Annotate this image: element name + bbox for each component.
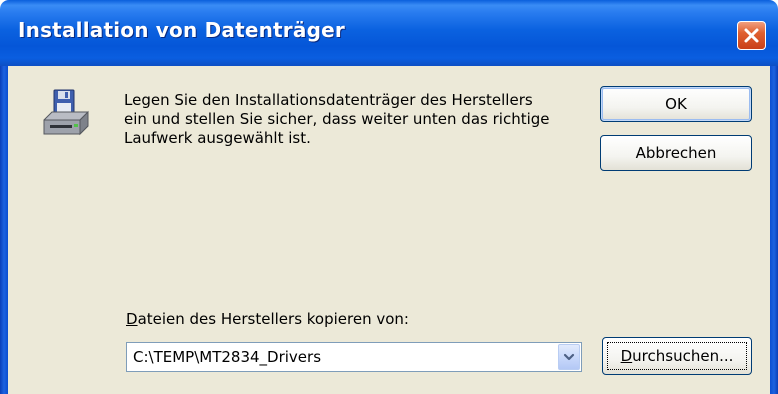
source-label-mnemonic: D: [126, 310, 138, 328]
window-title: Installation von Datenträger: [18, 18, 345, 42]
source-path-combobox[interactable]: C:\TEMP\MT2834_Drivers: [126, 342, 582, 372]
close-button[interactable]: [737, 21, 766, 50]
cancel-button[interactable]: Abbrechen: [600, 135, 752, 171]
focus-rectangle: [607, 342, 747, 370]
ok-button[interactable]: OK: [600, 86, 752, 122]
source-label-text: ateien des Herstellers kopieren von:: [137, 310, 409, 328]
chevron-down-icon: [563, 353, 575, 361]
browse-button[interactable]: Durchsuchen...: [602, 337, 752, 375]
instruction-text: Legen Sie den Installationsdatenträger d…: [124, 91, 550, 147]
source-path-value[interactable]: C:\TEMP\MT2834_Drivers: [133, 348, 321, 366]
dialog-body: Legen Sie den Installationsdatenträger d…: [8, 66, 770, 394]
combobox-dropdown-button[interactable]: [558, 344, 580, 370]
close-icon: [744, 28, 759, 43]
source-label: Dateien des Herstellers kopieren von:: [126, 310, 409, 328]
dialog-window: Installation von Datenträger Legen Sie d…: [0, 0, 778, 394]
window-frame-left: [0, 66, 8, 394]
window-frame-right: [770, 66, 778, 394]
floppy-drive-icon: [43, 89, 89, 136]
title-bar[interactable]: Installation von Datenträger: [0, 0, 778, 66]
